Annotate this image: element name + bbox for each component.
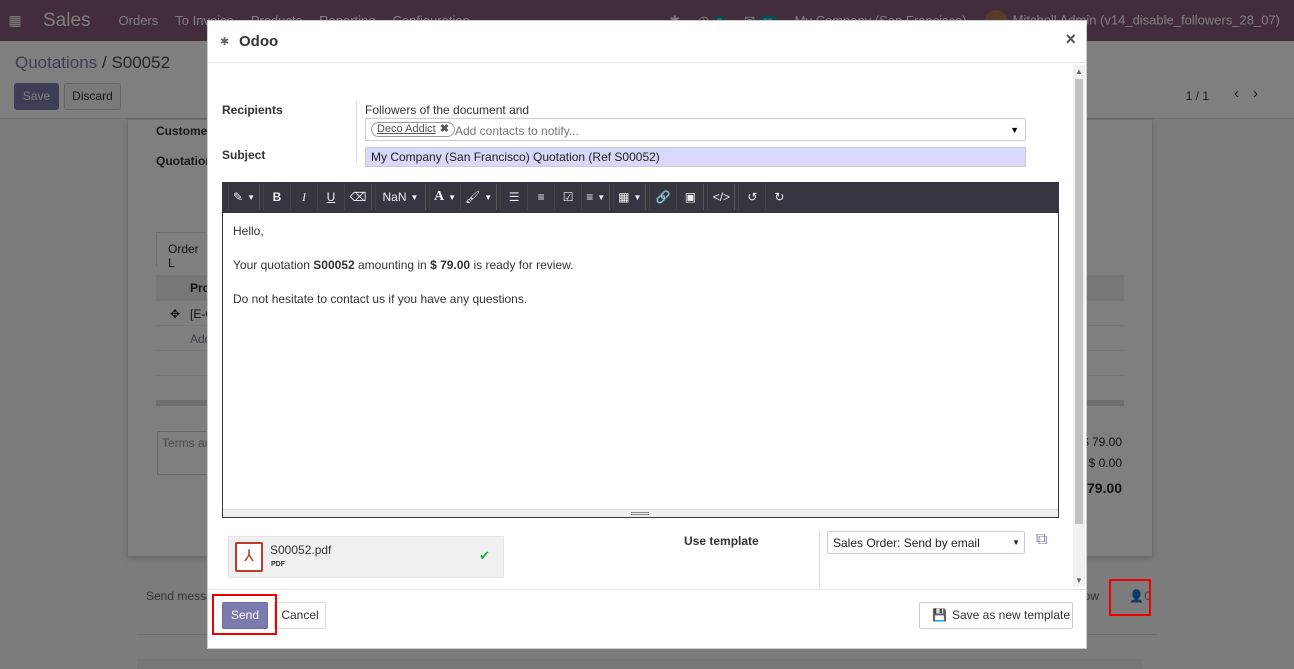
image-icon[interactable]: ▣ [676,184,703,210]
template-select[interactable]: Sales Order: Send by email ▼ [827,531,1025,554]
body-line-2: Do not hesitate to contact us if you hav… [233,292,528,306]
attachment-name: S00052.pdf [270,543,332,557]
body-amount: $ 79.00 [430,258,471,272]
save-as-template-button[interactable]: 💾 Save as new template [919,602,1073,629]
toolbar-group-code: </> [707,184,736,210]
divider [356,101,357,163]
recipient-tag-label: Deco Addict [377,123,436,135]
cancel-button[interactable]: Cancel [274,602,326,629]
numbered-list-icon[interactable]: ≡ [527,184,554,210]
use-template-label: Use template [684,534,759,548]
scroll-down-icon[interactable]: ▼ [1075,576,1083,585]
editor-resize-handle[interactable] [223,509,1058,517]
highlight-followers [1109,579,1151,616]
recipient-tag[interactable]: Deco Addict ✖ [371,122,455,137]
underline-icon[interactable]: U [316,184,344,210]
code-view-icon[interactable]: </> [707,184,734,210]
dialog-footer: Send Cancel 💾 Save as new template [208,589,1086,649]
checklist-icon[interactable]: ☑ [554,184,581,210]
editor-toolbar: ✎▼ B I U ⌫ NaN▼ A▼ 🖌▼ ☰ ≡ ☑ ≡▼ ▦▼ [222,182,1059,212]
table-icon[interactable]: ▦ ▼ [613,184,645,210]
body-text: is ready for review. [470,258,574,272]
highlight-send [212,594,277,635]
bulleted-list-icon[interactable]: ☰ [500,184,527,210]
attachment-item[interactable]: ⅄ S00052.pdf PDF ✔ [228,536,504,578]
body-text: Your quotation [233,258,314,272]
undo-icon[interactable]: ↺ [738,184,765,210]
font-color-icon[interactable]: A ▼ [428,184,460,210]
dialog-title: Odoo [239,33,279,50]
eraser-icon[interactable]: ⌫ [343,184,371,210]
redo-icon[interactable]: ↻ [765,184,792,210]
link-icon[interactable]: 🔗 [649,184,676,210]
italic-icon[interactable]: I [289,184,317,210]
magic-wand-icon[interactable]: ✎ ▼ [228,184,259,210]
toolbar-group-list: ☰ ≡ ☑ ≡ ▼ [500,184,611,210]
attachment-ext: PDF [271,561,285,568]
close-icon[interactable]: × [1065,29,1076,50]
font-size-value: NaN [382,190,407,204]
subject-input[interactable] [365,147,1026,167]
align-icon[interactable]: ≡ ▼ [581,184,609,210]
save-icon: 💾 [932,608,947,622]
toolbar-group-table: ▦ ▼ [613,184,647,210]
toolbar-group-history: ↺ ↻ [738,184,792,210]
scroll-up-icon[interactable]: ▲ [1075,67,1083,76]
recipients-label: Recipients [222,103,283,117]
scrollbar-thumb[interactable] [1075,79,1083,524]
toolbar-group-font: B I U ⌫ [262,184,372,210]
followers-text: Followers of the document and [365,103,530,117]
recipients-input[interactable] [455,124,995,138]
grip-icon [631,512,649,515]
body-text: amounting in [354,258,431,272]
save-template-label: Save as new template [951,608,1071,622]
send-email-dialog: ✱ Odoo × Recipients Followers of the doc… [207,20,1087,649]
bug-icon: ✱ [220,36,230,48]
template-value: Sales Order: Send by email [833,536,980,550]
email-body-editor[interactable]: Hello, Your quotation S00052 amounting i… [222,212,1059,518]
divider [819,530,820,588]
recipients-field[interactable]: Deco Addict ✖ ▼ [365,118,1026,141]
remove-tag-icon[interactable]: ✖ [440,123,449,135]
dialog-body: Recipients Followers of the document and… [208,63,1074,589]
subject-label: Subject [222,148,266,162]
toolbar-group-size: NaN ▼ [374,184,426,210]
bold-icon[interactable]: B [262,184,290,210]
toolbar-group-color: A ▼ 🖌 ▼ [428,184,498,210]
caret-down-icon[interactable]: ▼ [1010,125,1019,135]
dialog-header: ✱ Odoo × [208,21,1086,63]
dialog-scrollbar[interactable]: ▲ ▼ [1073,65,1085,587]
body-quotation-ref: S00052 [313,258,355,272]
external-link-icon[interactable]: ⧉ [1036,531,1047,549]
body-line-1: Your quotation S00052 amounting in $ 79.… [233,257,1048,274]
caret-down-icon: ▼ [1012,538,1020,547]
font-size-dropdown[interactable]: NaN ▼ [374,184,425,210]
toolbar-group-style: ✎ ▼ [228,184,260,210]
pdf-icon: ⅄ [235,542,263,572]
body-greeting: Hello, [233,224,264,238]
check-icon: ✔ [479,548,490,563]
toolbar-group-insert: 🔗 ▣ [649,184,705,210]
paintbrush-icon[interactable]: 🖌 ▼ [460,184,496,210]
